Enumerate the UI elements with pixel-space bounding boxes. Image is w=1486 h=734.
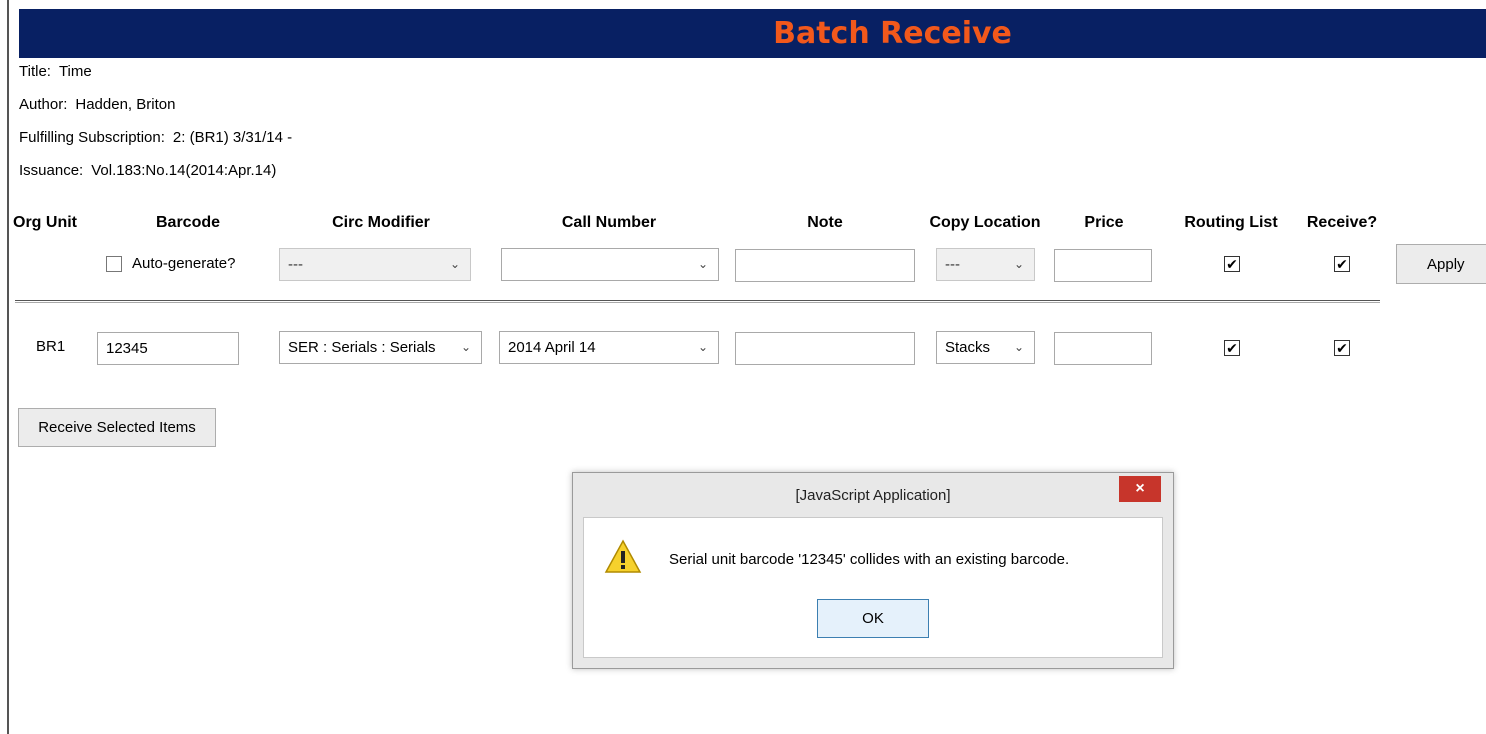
column-header-call-number: Call Number (561, 214, 657, 231)
column-header-org-unit: Org Unit (13, 214, 77, 231)
chevron-down-icon: ⌄ (1013, 340, 1024, 354)
auto-generate-label: Auto-generate? (132, 255, 236, 272)
chevron-down-icon: ⌄ (697, 257, 708, 271)
batch-call-number-select[interactable]: ⌄ (501, 248, 719, 281)
item-circ-modifier-select[interactable]: SER : Serials : Serials ⌄ (279, 331, 482, 364)
alert-dialog: [JavaScript Application] × Serial unit b… (572, 472, 1174, 669)
chevron-down-icon: ⌄ (1013, 257, 1024, 271)
apply-button-label: Apply (1427, 255, 1465, 273)
check-icon: ✔ (1336, 340, 1348, 356)
column-header-note: Note (807, 214, 843, 231)
chevron-down-icon: ⌄ (460, 340, 471, 354)
auto-generate-checkbox[interactable] (106, 256, 122, 272)
row-divider (15, 300, 1380, 303)
title-line: Title: Time (19, 63, 92, 80)
item-routing-list-checkbox[interactable]: ✔ (1224, 340, 1240, 356)
batch-price-input[interactable] (1054, 249, 1152, 282)
item-circ-modifier-value: SER : Serials : Serials (288, 339, 436, 356)
page-header: Batch Receive (19, 9, 1486, 58)
item-price-input[interactable] (1054, 332, 1152, 365)
column-header-barcode: Barcode (155, 214, 221, 231)
item-barcode-value: 12345 (106, 340, 148, 357)
issuance-line: Issuance: Vol.183:No.14(2014:Apr.14) (19, 162, 276, 179)
author-line: Author: Hadden, Briton (19, 96, 175, 113)
window-left-border (7, 0, 9, 734)
author-label: Author: (19, 96, 68, 113)
batch-circ-modifier-select[interactable]: --- ⌄ (279, 248, 471, 281)
batch-routing-list-checkbox[interactable]: ✔ (1224, 256, 1240, 272)
item-receive-checkbox[interactable]: ✔ (1334, 340, 1350, 356)
batch-copy-location-value: --- (945, 256, 960, 273)
apply-button[interactable]: Apply (1396, 244, 1486, 284)
receive-selected-items-button[interactable]: Receive Selected Items (18, 408, 216, 447)
subscription-line: Fulfilling Subscription: 2: (BR1) 3/31/14… (19, 129, 292, 146)
column-header-receive: Receive? (1306, 214, 1378, 231)
title-label: Title: (19, 63, 51, 80)
subscription-label: Fulfilling Subscription: (19, 129, 165, 146)
column-header-routing-list: Routing List (1184, 214, 1278, 231)
close-icon: × (1135, 480, 1145, 497)
column-header-circ-modifier: Circ Modifier (332, 214, 430, 231)
ok-button-label: OK (862, 610, 884, 627)
column-header-copy-location: Copy Location (929, 214, 1041, 231)
item-copy-location-select[interactable]: Stacks ⌄ (936, 331, 1035, 364)
page-title: Batch Receive (773, 16, 1012, 51)
author-value: Hadden, Briton (75, 96, 176, 113)
title-value: Time (58, 63, 92, 80)
item-note-input[interactable] (735, 332, 915, 365)
dialog-title: [JavaScript Application] (795, 486, 951, 504)
batch-note-input[interactable] (735, 249, 915, 282)
column-header-price: Price (1084, 214, 1124, 231)
ok-button[interactable]: OK (817, 599, 929, 638)
item-call-number-value: 2014 April 14 (508, 339, 596, 356)
item-copy-location-value: Stacks (945, 339, 991, 356)
item-barcode-input[interactable]: 12345 (97, 332, 239, 365)
item-org-unit: BR1 (36, 338, 66, 355)
batch-copy-location-select[interactable]: --- ⌄ (936, 248, 1035, 281)
batch-circ-modifier-value: --- (288, 256, 303, 273)
chevron-down-icon: ⌄ (697, 340, 708, 354)
check-icon: ✔ (1336, 256, 1348, 272)
receive-selected-items-label: Receive Selected Items (38, 419, 196, 436)
dialog-body: Serial unit barcode '12345' collides wit… (583, 517, 1163, 658)
dialog-message: Serial unit barcode '12345' collides wit… (669, 551, 1070, 568)
chevron-down-icon: ⌄ (449, 257, 460, 271)
check-icon: ✔ (1226, 256, 1238, 272)
close-button[interactable]: × (1119, 476, 1161, 502)
subscription-value: 2: (BR1) 3/31/14 - (172, 129, 293, 146)
check-icon: ✔ (1226, 340, 1238, 356)
issuance-value: Vol.183:No.14(2014:Apr.14) (91, 162, 277, 179)
batch-receive-checkbox[interactable]: ✔ (1334, 256, 1350, 272)
issuance-label: Issuance: (19, 162, 84, 179)
item-call-number-select[interactable]: 2014 April 14 ⌄ (499, 331, 719, 364)
warning-icon (604, 539, 642, 573)
